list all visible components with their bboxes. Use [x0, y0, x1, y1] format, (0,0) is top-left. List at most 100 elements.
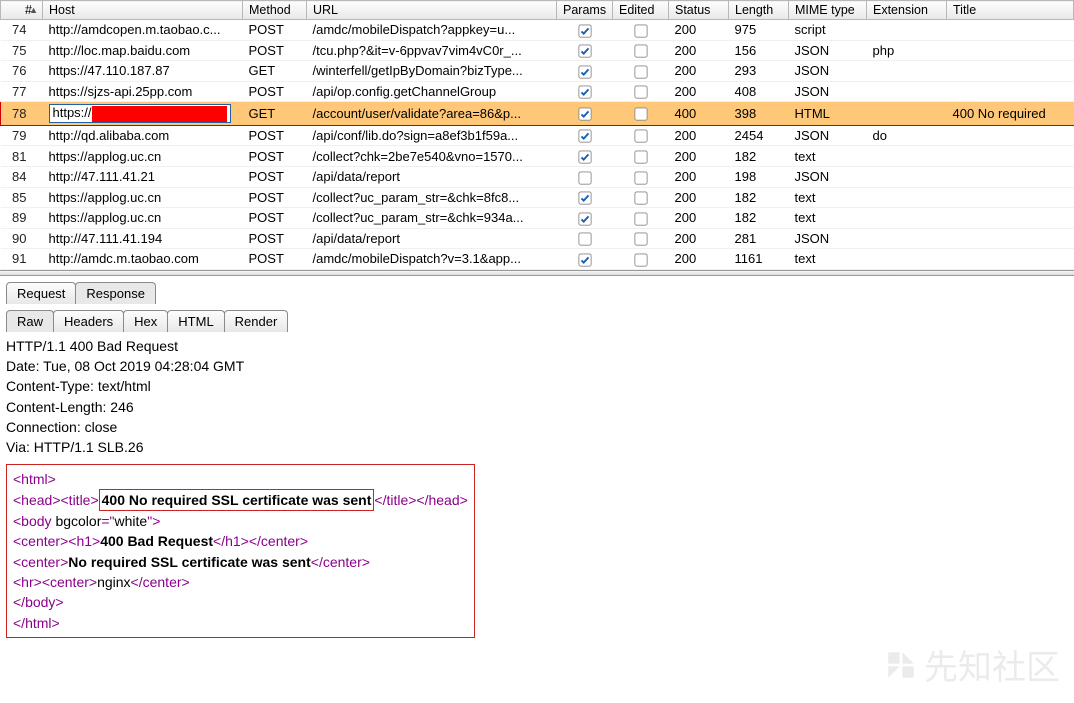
tab-hex[interactable]: Hex [123, 310, 168, 332]
table-row[interactable]: 79http://qd.alibaba.comPOST/api/conf/lib… [1, 125, 1074, 146]
cell-url: /collect?chk=2be7e540&vno=1570... [307, 146, 557, 167]
tag-title-open: <title> [61, 492, 99, 508]
watermark: 先知社区 [884, 640, 1060, 689]
cell-mime: text [789, 249, 867, 270]
table-row[interactable]: 91http://amdc.m.taobao.comPOST/amdc/mobi… [1, 249, 1074, 270]
cell-method: GET [243, 102, 307, 126]
cell-edited [613, 208, 669, 229]
cell-edited [613, 187, 669, 208]
cell-params [557, 166, 613, 187]
cell-title [947, 146, 1074, 167]
tag-hr: <hr> [13, 574, 42, 590]
no-cert-text: No required SSL certificate was sent [68, 554, 311, 570]
col-params[interactable]: Params [557, 1, 613, 20]
table-row[interactable]: 77https://sjzs-api.25pp.comPOST/api/op.c… [1, 81, 1074, 102]
cell-status: 200 [669, 125, 729, 146]
cell-url: /api/conf/lib.do?sign=a8ef3b1f59a... [307, 125, 557, 146]
cell-status: 400 [669, 102, 729, 126]
cell-length: 182 [729, 187, 789, 208]
cell-extension [867, 187, 947, 208]
tag-center-open-2: <center> [13, 554, 68, 570]
cell-url: /winterfell/getIpByDomain?bizType... [307, 61, 557, 82]
cell-url: /api/op.config.getChannelGroup [307, 81, 557, 102]
cell-number: 79 [1, 125, 43, 146]
cell-length: 408 [729, 81, 789, 102]
cell-title [947, 228, 1074, 249]
tab-response[interactable]: Response [75, 282, 156, 304]
cell-status: 200 [669, 61, 729, 82]
table-row[interactable]: 74http://amdcopen.m.taobao.c...POST/amdc… [1, 20, 1074, 41]
cell-number: 90 [1, 228, 43, 249]
cell-mime: JSON [789, 61, 867, 82]
table-row[interactable]: 89https://applog.uc.cnPOST/collect?uc_pa… [1, 208, 1074, 229]
table-row[interactable]: 85https://applog.uc.cnPOST/collect?uc_pa… [1, 187, 1074, 208]
msg-tabs: Request Response [6, 282, 1068, 304]
cell-length: 156 [729, 40, 789, 61]
col-number[interactable]: #▲ [1, 1, 43, 20]
cell-status: 200 [669, 249, 729, 270]
cell-host: http://amdc.m.taobao.com [43, 249, 243, 270]
tag-head-open: <head> [13, 492, 61, 508]
cell-length: 2454 [729, 125, 789, 146]
cell-extension [867, 146, 947, 167]
table-row[interactable]: 75http://loc.map.baidu.comPOST/tcu.php?&… [1, 40, 1074, 61]
cell-url: /account/user/validate?area=86&p... [307, 102, 557, 126]
tab-html[interactable]: HTML [167, 310, 224, 332]
cell-number: 81 [1, 146, 43, 167]
col-extension[interactable]: Extension [867, 1, 947, 20]
cell-length: 198 [729, 166, 789, 187]
cell-status: 200 [669, 187, 729, 208]
cell-extension: php [867, 40, 947, 61]
col-edited[interactable]: Edited [613, 1, 669, 20]
cell-mime: HTML [789, 102, 867, 126]
tag-center-open-1: <center> [13, 533, 68, 549]
col-status[interactable]: Status [669, 1, 729, 20]
col-length[interactable]: Length [729, 1, 789, 20]
cell-params [557, 40, 613, 61]
cell-edited [613, 61, 669, 82]
table-header[interactable]: #▲ Host Method URL Params Edited Status … [1, 1, 1074, 20]
cell-edited [613, 20, 669, 41]
col-title[interactable]: Title [947, 1, 1074, 20]
table-row[interactable]: 90http://47.111.41.194POST/api/data/repo… [1, 228, 1074, 249]
table-row[interactable]: 76https://47.110.187.87GET/winterfell/ge… [1, 61, 1074, 82]
cell-title [947, 61, 1074, 82]
hdr-via: Via: HTTP/1.1 SLB.26 [6, 437, 1068, 457]
cell-host: http://qd.alibaba.com [43, 125, 243, 146]
response-headers[interactable]: HTTP/1.1 400 Bad Request Date: Tue, 08 O… [6, 336, 1068, 458]
cell-url: /api/data/report [307, 166, 557, 187]
tab-headers[interactable]: Headers [53, 310, 124, 332]
cell-method: POST [243, 20, 307, 41]
sort-asc-icon: ▲ [29, 5, 38, 15]
tab-raw[interactable]: Raw [6, 310, 54, 332]
col-mime[interactable]: MIME type [789, 1, 867, 20]
col-url[interactable]: URL [307, 1, 557, 20]
tag-body-close: </body> [13, 594, 64, 610]
cell-title [947, 81, 1074, 102]
view-tabs: Raw Headers Hex HTML Render [6, 310, 1068, 332]
col-host[interactable]: Host [43, 1, 243, 20]
cell-method: POST [243, 249, 307, 270]
tab-render[interactable]: Render [224, 310, 289, 332]
cell-mime: JSON [789, 40, 867, 61]
cell-host: http://loc.map.baidu.com [43, 40, 243, 61]
cell-params [557, 228, 613, 249]
tag-center-open-3: <center> [42, 574, 97, 590]
table-row[interactable]: 78https://GET/account/user/validate?area… [1, 102, 1074, 126]
cell-number: 89 [1, 208, 43, 229]
cell-params [557, 208, 613, 229]
cell-edited [613, 146, 669, 167]
nginx-text: nginx [97, 574, 130, 590]
table-row[interactable]: 81https://applog.uc.cnPOST/collect?chk=2… [1, 146, 1074, 167]
cell-length: 182 [729, 208, 789, 229]
cell-host: https://applog.uc.cn [43, 146, 243, 167]
col-method[interactable]: Method [243, 1, 307, 20]
cell-host: http://amdcopen.m.taobao.c... [43, 20, 243, 41]
tab-request[interactable]: Request [6, 282, 76, 304]
table-row[interactable]: 84http://47.111.41.21POST/api/data/repor… [1, 166, 1074, 187]
cell-title [947, 125, 1074, 146]
http-history-table[interactable]: #▲ Host Method URL Params Edited Status … [0, 0, 1074, 270]
cell-status: 200 [669, 208, 729, 229]
cell-url: /api/data/report [307, 228, 557, 249]
response-body[interactable]: <html> <head><title>400 No required SSL … [6, 464, 475, 638]
